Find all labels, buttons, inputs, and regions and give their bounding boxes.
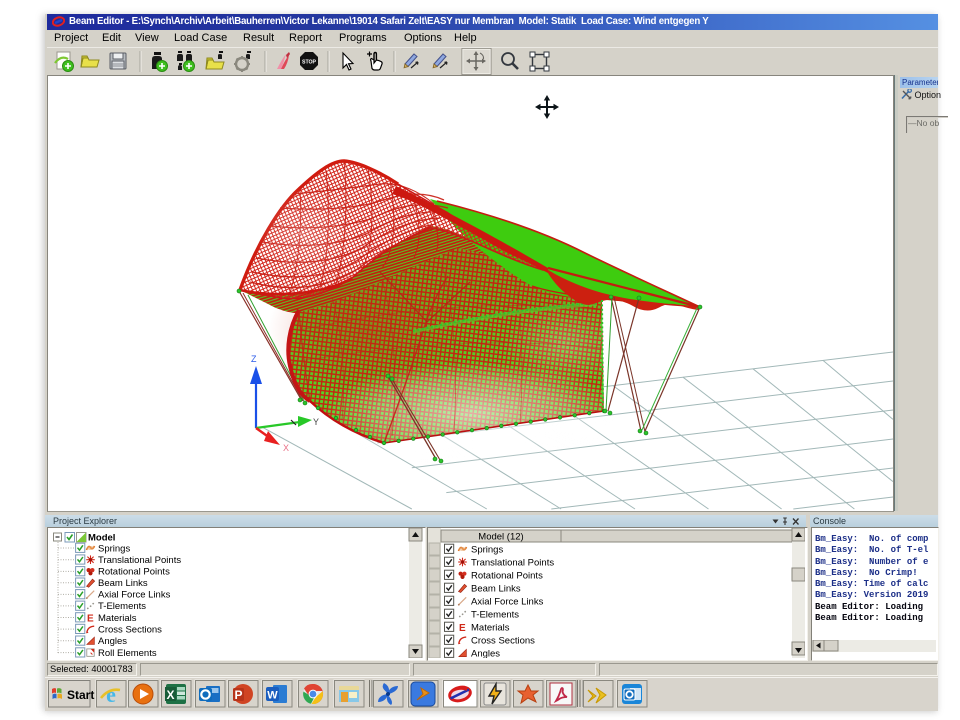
svg-text:T-Elements: T-Elements: [98, 601, 146, 612]
svg-text:Materials: Materials: [471, 622, 510, 633]
svg-text:E: E: [87, 614, 94, 625]
svg-text:Translational Points: Translational Points: [471, 557, 554, 568]
svg-text:E: E: [459, 623, 466, 634]
svg-text:Model: Model: [88, 533, 115, 544]
svg-text:Rotational Points: Rotational Points: [471, 570, 543, 581]
svg-text:X: X: [283, 443, 289, 453]
svg-text:Model (12): Model (12): [478, 532, 523, 543]
svg-text:Angles: Angles: [471, 648, 500, 658]
svg-text:Z: Z: [251, 354, 257, 364]
svg-text:Translational Points: Translational Points: [98, 555, 181, 566]
svg-text:Beam Links: Beam Links: [98, 578, 148, 589]
svg-text:Roll Elements: Roll Elements: [98, 648, 157, 658]
svg-text:Rotational Points: Rotational Points: [98, 567, 170, 578]
svg-text:Cross Sections: Cross Sections: [98, 624, 162, 635]
svg-text:Beam Links: Beam Links: [471, 583, 521, 594]
svg-text:Springs: Springs: [471, 544, 503, 555]
svg-text:Start: Start: [67, 688, 94, 702]
svg-text:T-Elements: T-Elements: [471, 609, 519, 620]
svg-text:e: e: [106, 682, 116, 707]
svg-text:Y: Y: [313, 417, 319, 427]
svg-text:Materials: Materials: [98, 613, 137, 624]
svg-text:X: X: [166, 688, 174, 702]
svg-text:STOP: STOP: [302, 60, 317, 66]
svg-text:W: W: [267, 690, 278, 702]
svg-text:Angles: Angles: [98, 636, 127, 647]
svg-text:Cross Sections: Cross Sections: [471, 635, 535, 646]
svg-text:Springs: Springs: [98, 543, 130, 554]
svg-text:Axial Force Links: Axial Force Links: [471, 596, 544, 607]
svg-text:Axial Force Links: Axial Force Links: [98, 590, 171, 601]
svg-text:P: P: [234, 688, 242, 702]
